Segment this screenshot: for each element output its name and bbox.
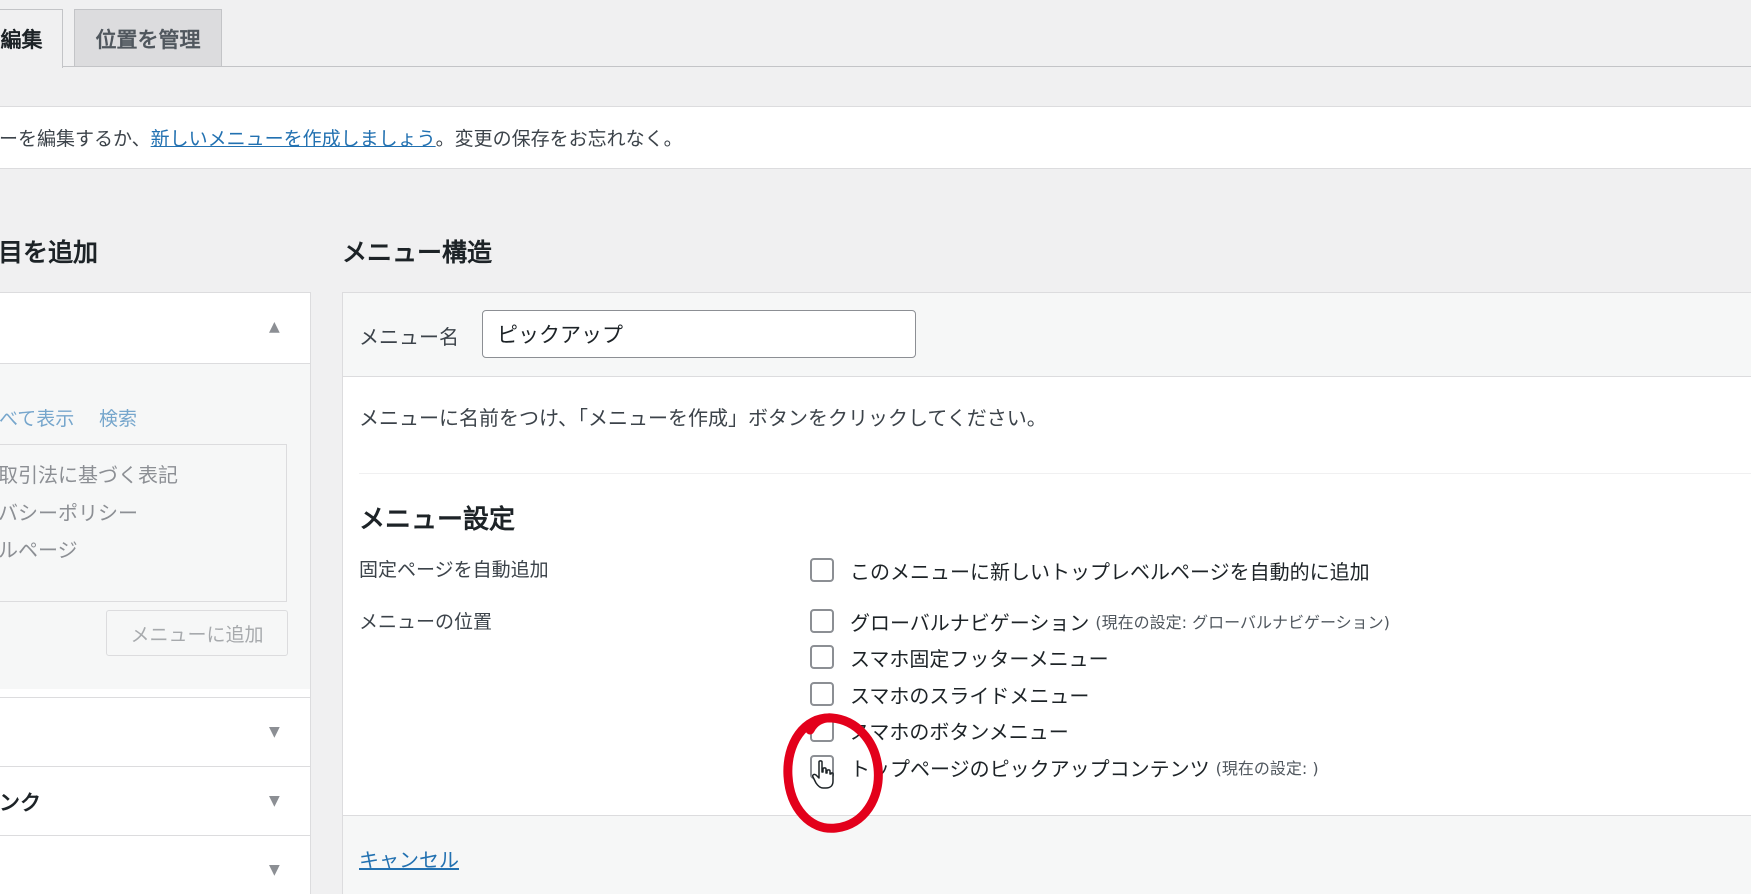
tab-search[interactable]: 検索: [99, 404, 137, 431]
add-menu-items-title: 目を追加: [0, 238, 99, 267]
location-option-sp-fixed-footer[interactable]: スマホ固定フッターメニュー: [810, 643, 1109, 671]
location-checkbox[interactable]: [810, 645, 834, 669]
location-label: スマホのスライドメニュー: [850, 683, 1090, 708]
location-checkbox[interactable]: [810, 755, 834, 779]
chevron-down-icon[interactable]: ▼: [269, 793, 280, 809]
location-current-note: (現在の設定: グローバルナビゲーション): [1095, 613, 1390, 632]
add-to-menu-button[interactable]: メニューに追加: [106, 610, 288, 656]
page-item[interactable]: ルページ: [0, 534, 78, 563]
create-new-menu-link[interactable]: 新しいメニューを作成しましょう: [151, 124, 436, 151]
tab-manage-label: 位置を管理: [95, 27, 201, 52]
notice-text-before: ーを編集するか、: [0, 128, 151, 150]
location-option-sp-slide-menu[interactable]: スマホのスライドメニュー: [810, 680, 1089, 708]
page-item[interactable]: 取引法に基づく表記: [0, 459, 178, 488]
location-label: トップページのピックアップコンテンツ: [850, 756, 1210, 781]
page-item[interactable]: バシーポリシー: [0, 497, 138, 526]
chevron-down-icon[interactable]: ▼: [269, 724, 280, 740]
location-checkbox[interactable]: [810, 609, 834, 633]
auto-add-option-label: このメニューに新しいトップレベルページを自動的に追加: [850, 559, 1370, 584]
tab-edit-menus[interactable]: 編集: [0, 9, 63, 68]
tab-view-all[interactable]: べて表示: [0, 404, 74, 431]
add-menu-items-panel: ▲ べて表示 検索 取引法に基づく表記 バシーポリシー ルページ メニューに追加…: [0, 292, 311, 894]
location-label: グローバルナビゲーション: [850, 610, 1090, 635]
divider: [359, 473, 1751, 474]
auto-add-checkbox[interactable]: [810, 558, 834, 582]
custom-links-label: ンク: [0, 791, 41, 815]
auto-add-option[interactable]: このメニューに新しいトップレベルページを自動的に追加: [810, 556, 1370, 584]
menu-structure-title: メニュー構造: [342, 238, 493, 267]
manage-menus-notice: ーを編集するか、 新しいメニューを作成しましょう 。変更の保存をお忘れなく。: [0, 106, 1751, 169]
auto-add-pages-label: 固定ページを自動追加: [359, 559, 549, 581]
location-current-note: (現在の設定: ): [1215, 759, 1319, 778]
location-label: スマホ固定フッターメニュー: [850, 646, 1109, 671]
nav-tab-bar: 編集 位置を管理: [0, 0, 1751, 68]
add-to-menu-label: メニューに追加: [130, 623, 264, 646]
menu-name-input[interactable]: [482, 310, 916, 358]
location-checkbox[interactable]: [810, 682, 834, 706]
menu-settings-title: メニュー設定: [359, 505, 516, 535]
location-label: スマホのボタンメニュー: [850, 719, 1069, 744]
notice-text-after: 。変更の保存をお忘れなく。: [435, 128, 683, 150]
pages-accordion-body: べて表示 検索 取引法に基づく表記 バシーポリシー ルページ メニューに追加: [0, 364, 310, 689]
tab-bar-divider: [0, 66, 1751, 67]
location-checkbox[interactable]: [810, 718, 834, 742]
menu-name-header: メニュー名: [343, 293, 1751, 377]
cancel-link[interactable]: キャンセル: [359, 844, 459, 873]
location-option-top-pickup[interactable]: トップページのピックアップコンテンツ (現在の設定: ): [810, 753, 1319, 781]
menu-location-label: メニューの位置: [359, 611, 493, 633]
menu-instruction: メニューに名前をつけ、「メニューを作成」ボタンをクリックしてください。: [359, 406, 1047, 430]
menu-footer: キャンセル: [343, 815, 1751, 894]
menu-structure-panel: メニュー名 メニューに名前をつけ、「メニューを作成」ボタンをクリックしてください…: [342, 292, 1751, 894]
accordion-section-categories[interactable]: ▼: [0, 835, 310, 894]
chevron-up-icon[interactable]: ▲: [269, 319, 280, 335]
location-option-sp-button-menu[interactable]: スマホのボタンメニュー: [810, 716, 1069, 744]
menu-name-label: メニュー名: [359, 325, 459, 349]
menu-editor-screen: 編集 位置を管理 ーを編集するか、 新しいメニューを作成しましょう 。変更の保存をお…: [0, 0, 1751, 894]
tab-manage-locations[interactable]: 位置を管理: [74, 9, 222, 67]
accordion-section-custom-links[interactable]: ンク ▼: [0, 766, 310, 835]
location-option-global-nav[interactable]: グローバルナビゲーション (現在の設定: グローバルナビゲーション): [810, 607, 1390, 635]
chevron-down-icon[interactable]: ▼: [269, 862, 280, 878]
tab-edit-label: 編集: [0, 28, 43, 52]
pages-accordion-header[interactable]: ▲: [0, 293, 310, 364]
pages-checklist: 取引法に基づく表記 バシーポリシー ルページ: [0, 444, 287, 602]
accordion-section-posts[interactable]: ▼: [0, 697, 310, 766]
